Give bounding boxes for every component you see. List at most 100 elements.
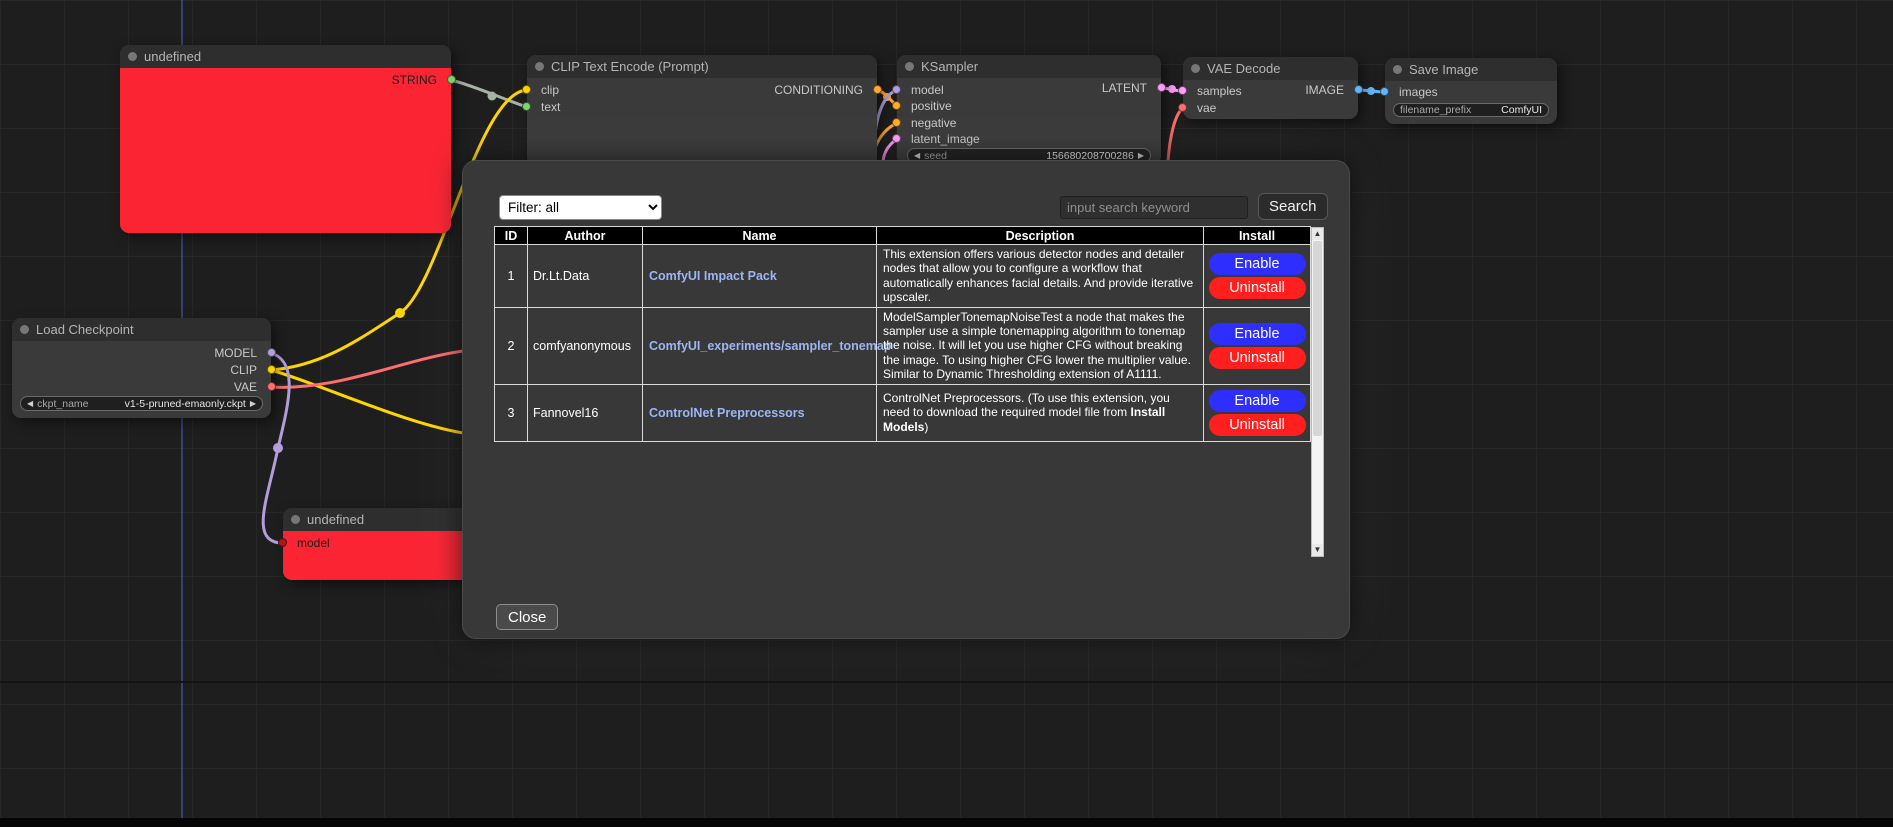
output-slot-model: MODEL: [12, 346, 271, 360]
node-header[interactable]: Save Image: [1385, 58, 1557, 81]
input-slot-vae: vae: [1183, 101, 1358, 115]
cell-install: Enable Uninstall: [1204, 307, 1311, 384]
output-pin-conditioning[interactable]: [873, 85, 882, 94]
node-vae-decode[interactable]: VAE Decode samples vae IMAGE: [1183, 57, 1358, 119]
input-pin-latent-image[interactable]: [892, 134, 901, 143]
cell-install: Enable Uninstall: [1204, 245, 1311, 308]
extension-link[interactable]: ComfyUI_experiments/sampler_tonemap: [649, 339, 891, 353]
input-pin-images[interactable]: [1380, 87, 1389, 96]
node-title: undefined: [307, 512, 364, 527]
slot-label: text: [541, 100, 560, 114]
node-undefined-bottom[interactable]: undefined model: [283, 508, 483, 580]
node-canvas[interactable]: undefined STRING CLIP Text Encode (Promp…: [0, 0, 1893, 827]
filename-prefix-widget[interactable]: filename_prefix ComfyUI: [1393, 103, 1549, 117]
cell-name: ControlNet Preprocessors: [643, 384, 877, 441]
cell-id: 1: [495, 245, 528, 308]
input-slot-negative: negative: [897, 116, 1161, 130]
output-pin-latent[interactable]: [1157, 83, 1166, 92]
decrement-arrow-icon[interactable]: ◀: [914, 151, 920, 160]
uninstall-button[interactable]: Uninstall: [1209, 347, 1306, 369]
output-pin-model[interactable]: [267, 348, 276, 357]
cell-description: ControlNet Preprocessors. (To use this e…: [877, 384, 1204, 441]
manager-dialog: Filter: all Search ID Author Name Descri…: [462, 160, 1350, 639]
cell-id: 3: [495, 384, 528, 441]
output-slot-latent: LATENT: [897, 81, 1161, 95]
node-header[interactable]: CLIP Text Encode (Prompt): [527, 55, 877, 78]
widget-name: ckpt_name: [37, 398, 88, 410]
node-header[interactable]: VAE Decode: [1183, 57, 1358, 80]
uninstall-button[interactable]: Uninstall: [1209, 277, 1306, 299]
slot-label: vae: [1197, 101, 1216, 115]
widget-value: v1-5-pruned-emaonly.ckpt: [125, 398, 246, 410]
wire-dot-latent: [1168, 85, 1176, 93]
output-slot-string: STRING: [120, 73, 451, 87]
collapse-dot-icon[interactable]: [905, 62, 914, 71]
output-pin-clip[interactable]: [267, 365, 276, 374]
node-title: Load Checkpoint: [36, 322, 134, 337]
enable-button[interactable]: Enable: [1209, 390, 1306, 412]
output-pin-vae[interactable]: [267, 382, 276, 391]
node-ksampler[interactable]: KSampler model positive negative latent_…: [897, 55, 1161, 165]
node-header[interactable]: Load Checkpoint: [12, 318, 271, 341]
node-save-image[interactable]: Save Image images filename_prefix ComfyU…: [1385, 58, 1557, 124]
enable-button[interactable]: Enable: [1209, 253, 1306, 275]
slot-label: images: [1399, 85, 1438, 99]
input-pin-vae[interactable]: [1178, 103, 1187, 112]
slot-label: positive: [911, 99, 952, 113]
increment-arrow-icon[interactable]: ▶: [250, 399, 256, 408]
input-slot-model: model: [283, 536, 483, 550]
node-header[interactable]: undefined: [283, 508, 483, 531]
cell-author: Fannovel16: [528, 384, 643, 441]
node-title: undefined: [144, 49, 201, 64]
collapse-dot-icon[interactable]: [20, 325, 29, 334]
search-input[interactable]: [1060, 196, 1248, 219]
node-title: VAE Decode: [1207, 61, 1280, 76]
widget-name: filename_prefix: [1400, 104, 1471, 116]
filter-select[interactable]: Filter: all: [499, 195, 662, 220]
output-pin-image[interactable]: [1354, 85, 1363, 94]
col-header-description: Description: [877, 227, 1204, 245]
table-scrollbar[interactable]: ▲ ▼: [1311, 227, 1324, 557]
scrollbar-thumb[interactable]: [1313, 241, 1322, 436]
table-row: 1 Dr.Lt.Data ComfyUI Impact Pack This ex…: [495, 245, 1311, 308]
description-text: ): [924, 420, 928, 434]
slot-label: VAE: [234, 380, 257, 394]
scrollbar-up-icon[interactable]: ▲: [1312, 228, 1323, 240]
node-load-checkpoint[interactable]: Load Checkpoint MODEL CLIP VAE ◀ ckpt_na…: [12, 318, 271, 418]
collapse-dot-icon[interactable]: [535, 62, 544, 71]
close-button[interactable]: Close: [496, 604, 558, 630]
table-row: 3 Fannovel16 ControlNet Preprocessors Co…: [495, 384, 1311, 441]
node-header[interactable]: undefined: [120, 45, 451, 68]
cell-description: This extension offers various detector n…: [877, 245, 1204, 308]
search-button[interactable]: Search: [1258, 193, 1328, 220]
cell-name: ComfyUI_experiments/sampler_tonemap: [643, 307, 877, 384]
col-header-id: ID: [495, 227, 528, 245]
slot-label: CLIP: [230, 363, 257, 377]
input-slot-text: text: [527, 100, 877, 114]
decrement-arrow-icon[interactable]: ◀: [27, 399, 33, 408]
input-slot-positive: positive: [897, 99, 1161, 113]
collapse-dot-icon[interactable]: [128, 52, 137, 61]
extension-link[interactable]: ControlNet Preprocessors: [649, 406, 805, 420]
input-pin-text[interactable]: [522, 102, 531, 111]
enable-button[interactable]: Enable: [1209, 323, 1306, 345]
wire-vae-in: [1168, 108, 1183, 161]
wire-dot-model: [273, 443, 283, 453]
collapse-dot-icon[interactable]: [1393, 65, 1402, 74]
node-clip-text-encode[interactable]: CLIP Text Encode (Prompt) clip text COND…: [527, 55, 877, 167]
input-pin-model[interactable]: [278, 538, 287, 547]
ckpt-name-widget[interactable]: ◀ ckpt_name v1-5-pruned-emaonly.ckpt ▶: [20, 396, 263, 411]
input-pin-positive[interactable]: [892, 101, 901, 110]
extension-link[interactable]: ComfyUI Impact Pack: [649, 269, 777, 283]
collapse-dot-icon[interactable]: [1191, 64, 1200, 73]
output-pin-string[interactable]: [447, 75, 456, 84]
input-pin-negative[interactable]: [892, 118, 901, 127]
node-header[interactable]: KSampler: [897, 55, 1161, 78]
uninstall-button[interactable]: Uninstall: [1209, 414, 1306, 436]
slot-label: LATENT: [1102, 81, 1147, 95]
increment-arrow-icon[interactable]: ▶: [1138, 151, 1144, 160]
node-undefined-top[interactable]: undefined STRING: [120, 45, 451, 233]
collapse-dot-icon[interactable]: [291, 515, 300, 524]
scrollbar-down-icon[interactable]: ▼: [1312, 544, 1323, 556]
description-text: ControlNet Preprocessors. (To use this e…: [883, 391, 1170, 419]
